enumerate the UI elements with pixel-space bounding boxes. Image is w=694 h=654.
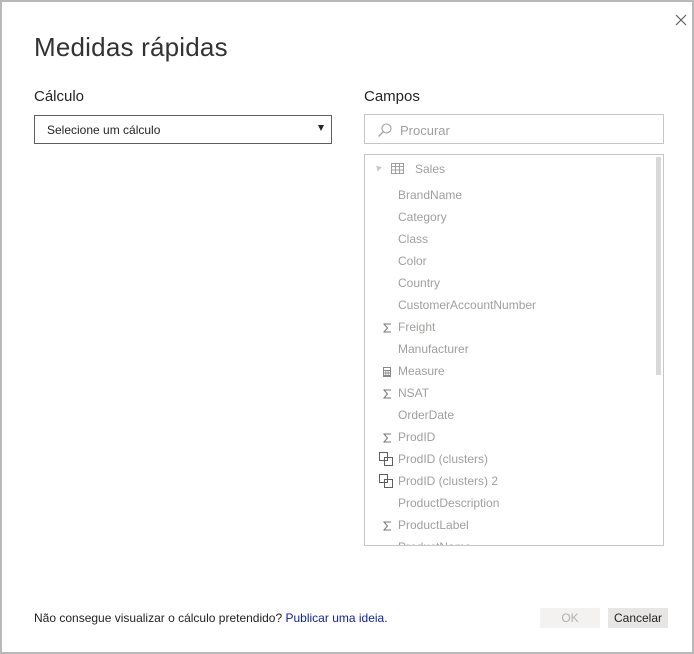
field-name: ProdID (clusters) 2 — [398, 474, 499, 488]
field-item[interactable]: OrderDate — [365, 404, 655, 426]
submit-idea-link[interactable]: Publicar uma ideia. — [286, 611, 388, 625]
field-item[interactable]: BrandName — [365, 184, 655, 206]
group-icon — [379, 452, 393, 466]
field-name: ProdID — [398, 430, 436, 444]
field-name: ProdID (clusters) — [398, 452, 489, 466]
field-item[interactable]: Class — [365, 228, 655, 250]
expand-collapse-icon[interactable] — [374, 163, 382, 172]
calculator-icon — [381, 365, 393, 377]
field-name: ProductDescription — [398, 496, 500, 510]
quick-measures-dialog: Medidas rápidas Cálculo Campos Selecione… — [0, 0, 694, 654]
field-item[interactable]: Measure — [365, 360, 655, 382]
table-name: Sales — [415, 162, 446, 176]
sigma-icon — [381, 431, 393, 443]
sigma-icon — [381, 387, 393, 399]
footer-prompt-text: Não consegue visualizar o cálculo preten… — [34, 611, 283, 625]
fields-list-pane: Sales BrandName Category Class Color Country… — [364, 154, 664, 546]
cancel-button[interactable]: Cancelar — [608, 608, 668, 628]
fields-label: Campos — [364, 88, 420, 105]
dropdown-caret-icon — [318, 125, 324, 131]
field-name: Category — [398, 210, 447, 224]
field-item[interactable]: Freight — [365, 316, 655, 338]
field-item[interactable]: ProductName — [365, 536, 655, 545]
field-name: Class — [398, 232, 429, 246]
field-item[interactable]: ProdID (clusters) — [365, 448, 655, 470]
field-name: OrderDate — [398, 408, 455, 422]
field-name: Color — [398, 254, 427, 268]
field-name: Freight — [398, 320, 436, 334]
calculation-label: Cálculo — [34, 88, 85, 105]
fields-search-box[interactable] — [364, 114, 664, 144]
field-item[interactable]: ProductLabel — [365, 514, 655, 536]
search-icon — [378, 123, 392, 137]
sigma-icon — [381, 519, 393, 531]
field-item[interactable]: ProdID (clusters) 2 — [365, 470, 655, 492]
close-icon — [675, 14, 687, 26]
field-item[interactable]: Category — [365, 206, 655, 228]
field-name: NSAT — [398, 386, 430, 400]
fields-scrollbar[interactable] — [656, 157, 661, 375]
field-name: BrandName — [398, 188, 463, 202]
field-name: Country — [398, 276, 441, 290]
field-item[interactable]: CustomerAccountNumber — [365, 294, 655, 316]
field-item[interactable]: NSAT — [365, 382, 655, 404]
close-button[interactable] — [671, 10, 691, 30]
fields-search-input[interactable] — [400, 120, 650, 140]
field-item[interactable]: Country — [365, 272, 655, 294]
field-item[interactable]: ProductDescription — [365, 492, 655, 514]
calculation-select-value: Selecione um cálculo — [47, 123, 161, 137]
footer-prompt: Não consegue visualizar o cálculo preten… — [34, 611, 388, 625]
field-name: Manufacturer — [398, 342, 469, 356]
ok-button[interactable]: OK — [540, 608, 600, 628]
table-node-sales[interactable]: Sales — [365, 157, 645, 179]
group-icon — [379, 474, 393, 488]
field-item[interactable]: Color — [365, 250, 655, 272]
sigma-icon — [381, 321, 393, 333]
field-name: Measure — [398, 364, 445, 378]
field-name: ProductName — [398, 540, 471, 545]
table-icon — [391, 163, 404, 174]
field-list: BrandName Category Class Color Country Custom… — [365, 184, 655, 545]
field-name: ProductLabel — [398, 518, 469, 532]
dialog-title: Medidas rápidas — [34, 32, 228, 62]
calculation-select[interactable]: Selecione um cálculo — [34, 115, 332, 144]
field-name: CustomerAccountNumber — [398, 298, 537, 312]
field-item[interactable]: ProdID — [365, 426, 655, 448]
field-item[interactable]: Manufacturer — [365, 338, 655, 360]
